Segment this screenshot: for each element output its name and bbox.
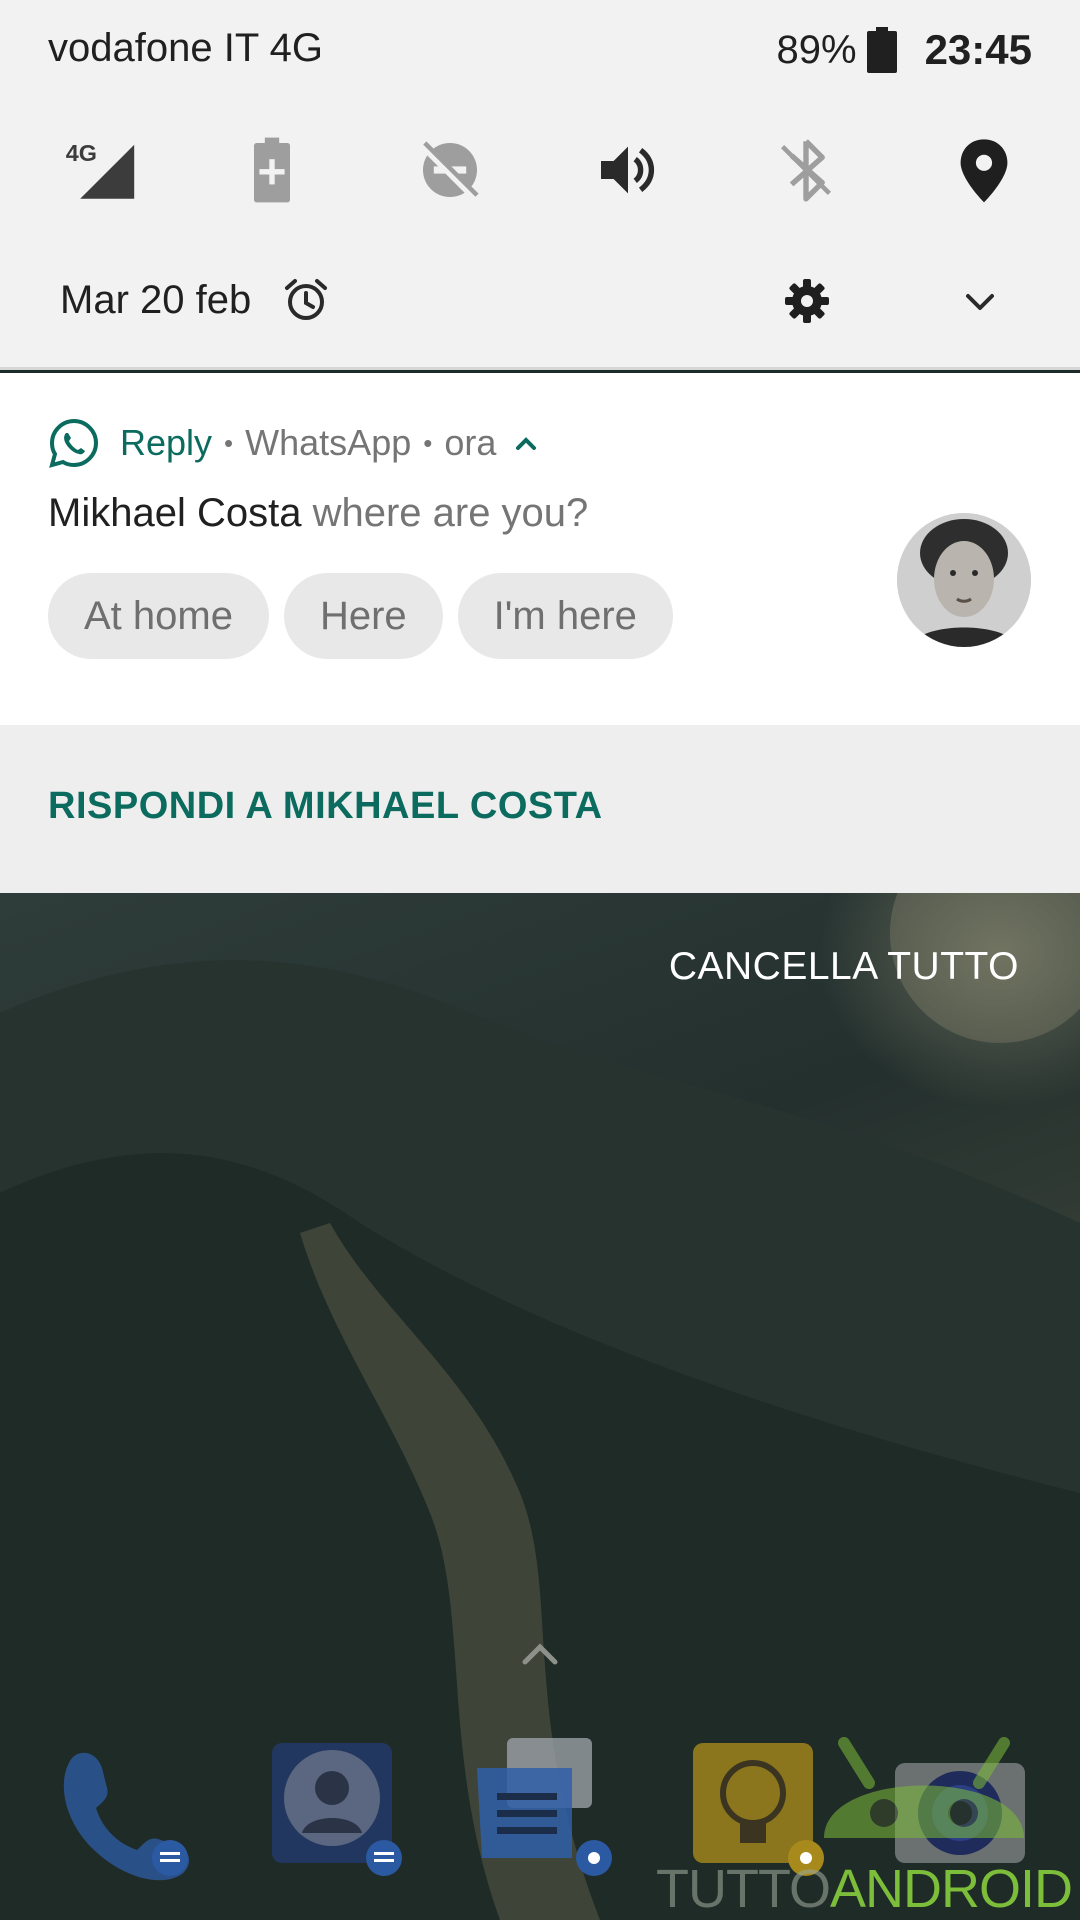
battery-saver-icon xyxy=(254,137,290,203)
clear-all-button[interactable]: CANCELLA TUTTO xyxy=(669,945,1019,989)
mobile-data-tile[interactable]: 4G xyxy=(50,120,150,220)
notification-time: ora xyxy=(444,422,497,463)
smart-reply-chip[interactable]: I'm here xyxy=(457,573,673,659)
home-screen-wallpaper: CANCELLA TUTTO TUTTOANDROID xyxy=(0,893,1080,1920)
notification-app-label: Reply xyxy=(120,422,213,463)
reply-action-button[interactable]: RISPONDI A MIKHAEL COSTA xyxy=(48,785,603,828)
date-label[interactable]: Mar 20 feb xyxy=(60,278,251,323)
sender-name: Mikhael Costa xyxy=(48,491,302,535)
status-indicators: 89% 23:45 xyxy=(777,26,1032,74)
contacts-icon[interactable] xyxy=(262,1738,412,1888)
whatsapp-icon xyxy=(49,418,99,468)
carrier-label: vodafone IT 4G xyxy=(48,26,323,70)
smart-reply-chip[interactable]: Here xyxy=(283,573,443,659)
alarm-icon[interactable] xyxy=(282,276,330,324)
messages-icon[interactable] xyxy=(462,1738,612,1888)
chevron-up-icon[interactable] xyxy=(521,1638,559,1668)
date-row: Mar 20 feb xyxy=(0,262,1080,342)
watermark-text: TUTTOANDROID xyxy=(656,1859,1073,1919)
bluetooth-off-icon xyxy=(781,139,831,202)
clock: 23:45 xyxy=(924,26,1032,73)
location-tile[interactable] xyxy=(934,120,1034,220)
battery-icon xyxy=(866,27,897,73)
separator-dot: • xyxy=(224,427,234,458)
smart-reply-chip[interactable]: At home xyxy=(48,573,269,659)
notification-header: Reply • WhatsApp • ora xyxy=(48,417,540,469)
sound-tile[interactable] xyxy=(578,120,678,220)
battery-percent: 89% xyxy=(776,27,857,72)
notification-content: Mikhael Costa where are you? xyxy=(48,491,588,536)
battery-saver-tile[interactable] xyxy=(222,120,322,220)
do-not-disturb-tile[interactable] xyxy=(400,120,500,220)
message-text: where are you? xyxy=(312,491,589,535)
svg-text:4G: 4G xyxy=(66,140,97,166)
quick-settings-panel: vodafone IT 4G 89% 23:45 4G Mar 20 feb xyxy=(0,0,1080,370)
settings-icon[interactable] xyxy=(782,276,832,326)
separator-dot: • xyxy=(423,427,433,458)
chevron-down-icon[interactable] xyxy=(960,284,1000,320)
notification-app-name: WhatsApp xyxy=(245,422,412,463)
whatsapp-notification[interactable]: Reply • WhatsApp • ora Mikhael Costa whe… xyxy=(0,373,1080,893)
avatar xyxy=(897,513,1031,647)
quick-settings-tiles: 4G xyxy=(0,120,1080,220)
smart-replies: At home Here I'm here xyxy=(48,573,688,659)
chevron-up-icon[interactable] xyxy=(512,432,540,454)
signal-4g-icon: 4G xyxy=(66,140,135,199)
bluetooth-tile[interactable] xyxy=(756,120,856,220)
volume-icon xyxy=(601,146,655,194)
notification-actions: RISPONDI A MIKHAEL COSTA xyxy=(0,725,1080,893)
do-not-disturb-off-icon xyxy=(419,141,481,202)
location-icon xyxy=(960,139,1008,203)
phone-icon[interactable] xyxy=(52,1738,202,1888)
status-bar: vodafone IT 4G 89% 23:45 xyxy=(0,0,1080,100)
